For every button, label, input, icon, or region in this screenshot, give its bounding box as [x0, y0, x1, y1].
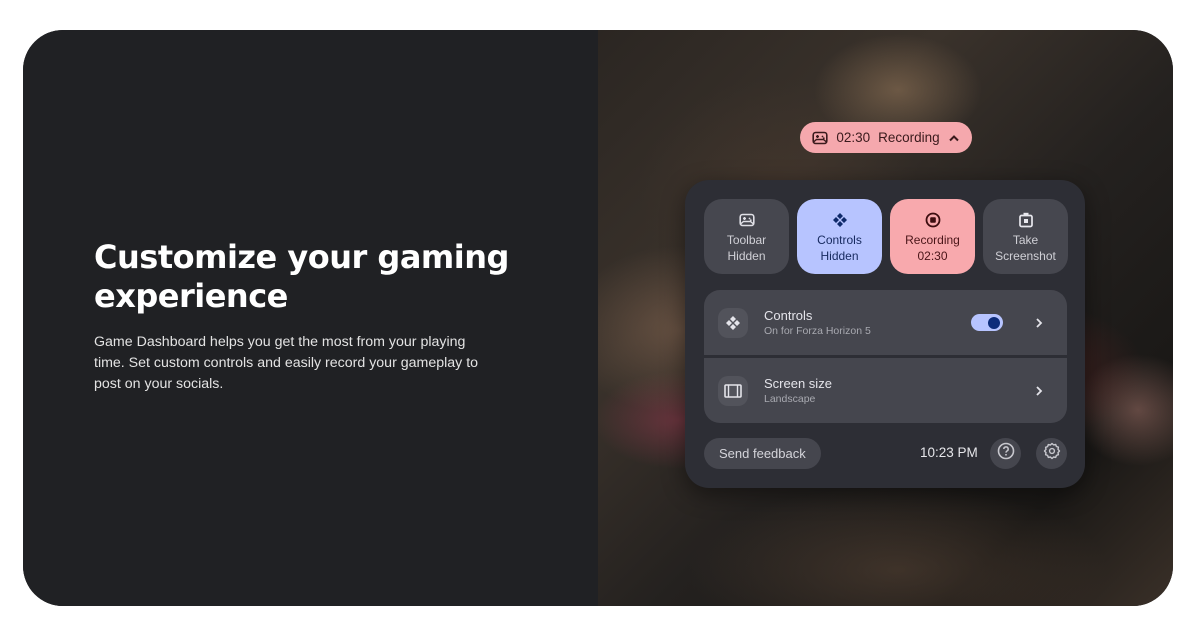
gamepad-icon [812, 131, 828, 145]
toolbar-tile[interactable]: Toolbar Hidden [704, 199, 789, 274]
controls-tile[interactable]: Controls Hidden [797, 199, 882, 274]
intro-section: Customize your gaming experience Game Da… [23, 30, 598, 606]
tile-label: Toolbar [726, 233, 767, 247]
dpad-icon [718, 307, 748, 338]
quick-tiles: Toolbar Hidden Controls Hidden Recording… [704, 199, 1068, 274]
gamepad-icon [738, 210, 755, 230]
tile-status: Screenshot [995, 249, 1056, 263]
clock-time: 10:23 PM [920, 445, 978, 460]
setting-title: Screen size [764, 375, 832, 391]
setting-title: Controls [764, 307, 813, 323]
tile-status: Hidden [727, 249, 766, 263]
help-icon [997, 442, 1015, 465]
recording-tile[interactable]: Recording 02:30 [890, 199, 975, 274]
screen-size-icon [718, 375, 748, 406]
recording-time: 02:30 [836, 130, 871, 145]
setting-subtitle: Landscape [764, 392, 816, 405]
camera-icon [1018, 210, 1033, 230]
recording-pill[interactable]: 02:30 Recording [800, 122, 972, 153]
dpad-icon [832, 210, 848, 230]
screenshot-tile[interactable]: Take Screenshot [983, 199, 1068, 274]
toggle-knob [988, 316, 1000, 329]
recording-label: Recording [878, 130, 940, 145]
panel-footer: Send feedback 10:23 PM [704, 438, 1067, 470]
headline: Customize your gaming experience [94, 238, 509, 315]
screen-size-setting-row[interactable]: Screen size Landscape [704, 358, 1067, 423]
tile-label: Recording [905, 233, 960, 247]
send-feedback-button[interactable]: Send feedback [704, 438, 821, 469]
record-stop-icon [925, 210, 941, 230]
chevron-right-icon[interactable] [1032, 317, 1046, 329]
tile-status: 02:30 [917, 249, 948, 263]
settings-list: Controls On for Forza Horizon 5 Screen s… [704, 290, 1067, 423]
controls-setting-row[interactable]: Controls On for Forza Horizon 5 [704, 290, 1067, 355]
controls-toggle[interactable] [971, 314, 1003, 331]
tile-label: Controls [817, 233, 862, 247]
chevron-right-icon[interactable] [1032, 385, 1046, 397]
tile-status: Hidden [820, 249, 859, 263]
description: Game Dashboard helps you get the most fr… [94, 334, 479, 392]
settings-button[interactable] [1036, 438, 1067, 469]
chevron-up-icon [948, 134, 960, 142]
gear-icon [1043, 442, 1061, 465]
game-dashboard-panel: Toolbar Hidden Controls Hidden Recording… [685, 180, 1085, 488]
tile-label: Take [1012, 233, 1039, 247]
help-button[interactable] [990, 438, 1021, 469]
setting-subtitle: On for Forza Horizon 5 [764, 324, 871, 337]
